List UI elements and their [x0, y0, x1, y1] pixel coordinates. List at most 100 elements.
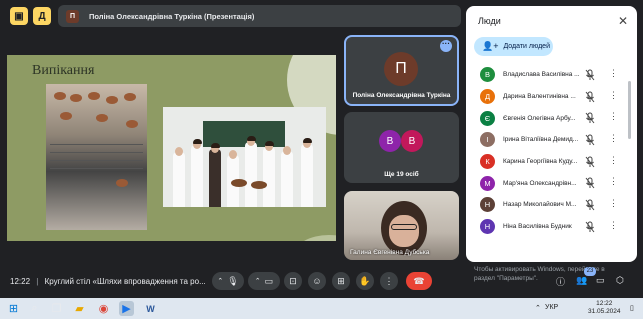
- participant-name: Мар'яна Олександрівн...: [503, 179, 577, 187]
- captions-icon: ⊡: [289, 275, 297, 286]
- participant-name: Дарина Валентинівна ...: [503, 93, 576, 101]
- participant-row[interactable]: К Карина Георгіївна Куду... ⋮: [466, 151, 630, 173]
- avatar: К: [480, 154, 495, 170]
- participant-row[interactable]: Є Євгенія Олегівна Арбу... ⋮: [466, 107, 630, 129]
- present-icon: ⊞: [337, 275, 345, 286]
- participant-name: Карина Георгіївна Куду...: [503, 158, 578, 166]
- presenter-view-icon[interactable]: Д: [33, 7, 51, 25]
- task-view-icon[interactable]: ❐: [49, 301, 64, 316]
- presentation-title: Поліна Олександрівна Туркіна (Презентаці…: [89, 11, 255, 21]
- language-indicator[interactable]: УКР: [545, 304, 558, 311]
- camera-button[interactable]: ⌃ ▭: [248, 272, 280, 290]
- participant-count-badge: 23: [584, 267, 596, 276]
- slide-decoration: [294, 235, 336, 241]
- more-vert-icon: ⋮: [384, 275, 394, 286]
- meet-icon[interactable]: ▶: [119, 301, 134, 316]
- participant-name: Ірина Віталіївна Демид...: [503, 136, 579, 144]
- present-button[interactable]: ⊞: [332, 272, 350, 290]
- more-vert-icon[interactable]: ⋮: [609, 198, 618, 208]
- mic-off-icon: [585, 221, 595, 233]
- camera-tile[interactable]: Галина Євгенівна Дубська: [344, 191, 459, 260]
- activities-icon[interactable]: ⬡: [616, 275, 624, 286]
- end-call-button[interactable]: ☎: [406, 272, 432, 290]
- people-icon[interactable]: 👥: [576, 275, 587, 286]
- avatar: П: [384, 52, 418, 86]
- mic-off-icon: [585, 112, 595, 124]
- participant-name: Галина Євгенівна Дубська: [350, 249, 430, 256]
- reactions-button[interactable]: ☺: [308, 272, 326, 290]
- participant-name: Поліна Олександрівна Туркіна: [352, 92, 451, 99]
- participant-name: Назар Миколайович М...: [503, 201, 577, 209]
- participant-row[interactable]: Д Дарина Валентинівна ... ⋮: [466, 86, 630, 108]
- mic-off-icon: [585, 134, 595, 146]
- avatar: В: [480, 67, 495, 83]
- captions-button[interactable]: ⊡: [284, 272, 302, 290]
- mic-off-icon: [585, 91, 595, 102]
- more-vert-icon[interactable]: ⋮: [609, 133, 618, 143]
- raise-hand-button[interactable]: ✋: [356, 272, 374, 290]
- more-vert-icon[interactable]: ⋮: [609, 155, 618, 165]
- more-vert-icon[interactable]: ⋮: [609, 220, 618, 230]
- more-participants-label: Ще 19 осіб: [384, 171, 419, 178]
- panel-title: Люди: [478, 16, 501, 26]
- people-panel: Люди ✕ 👤+ Додати людей В Владислава Васил…: [466, 6, 637, 262]
- more-vert-icon[interactable]: ⋮: [609, 90, 618, 100]
- avatar: Д: [480, 89, 495, 105]
- add-people-button[interactable]: 👤+ Додати людей: [474, 37, 553, 56]
- mic-off-icon: [585, 199, 595, 211]
- participant-row[interactable]: В Владислава Василівна ... ⋮: [466, 64, 630, 86]
- participant-name: Ніна Василівна Будник: [503, 223, 572, 231]
- microphone-icon: 🎙: [227, 275, 239, 286]
- word-icon[interactable]: W: [143, 301, 158, 316]
- mic-off-icon: [585, 156, 595, 168]
- microphone-button[interactable]: ⌃ 🎙: [212, 272, 244, 290]
- oven-photo: [46, 84, 147, 230]
- presentation-mode-icon[interactable]: ▣: [10, 7, 28, 25]
- participant-row[interactable]: І Ірина Віталіївна Демид... ⋮: [466, 129, 630, 151]
- presenter-avatar: П: [66, 9, 79, 23]
- close-icon[interactable]: ✕: [618, 14, 628, 28]
- group-photo: [163, 107, 326, 207]
- participant-name: Владислава Василівна ...: [503, 71, 580, 79]
- more-options-icon[interactable]: ···: [440, 40, 452, 52]
- windows-start-icon[interactable]: ⊞: [6, 301, 21, 316]
- meeting-title: Круглий стіл «Шляхи впровадження та ро..…: [44, 277, 206, 286]
- meeting-time: 12:22: [10, 277, 31, 286]
- system-tray-chevron-icon[interactable]: ⌃: [535, 304, 541, 312]
- participant-row[interactable]: Н Назар Миколайович М... ⋮: [466, 194, 630, 216]
- chevron-up-icon: ⌃: [217, 278, 224, 285]
- avatar: Н: [480, 219, 495, 235]
- more-options-button[interactable]: ⋮: [380, 272, 398, 290]
- windows-taskbar: ⊞ ⌕ ❐ ▰ ◉ ▶ W ⌃ УКР 12:22 31.05.2024 ▯: [0, 298, 643, 319]
- file-explorer-icon[interactable]: ▰: [72, 301, 87, 316]
- participant-row[interactable]: Н Ніна Василівна Будник ⋮: [466, 216, 630, 238]
- people-list: В Владислава Василівна ... ⋮ Д Дарина Валент…: [466, 64, 630, 238]
- avatar: І: [480, 132, 495, 148]
- active-speaker-tile[interactable]: ··· П Поліна Олександрівна Туркіна: [344, 35, 459, 106]
- presentation-title-bar: П Поліна Олександрівна Туркіна (Презента…: [58, 5, 461, 27]
- more-vert-icon[interactable]: ⋮: [609, 111, 618, 121]
- participant-row[interactable]: М Мар'яна Олександрівн... ⋮: [466, 172, 630, 194]
- mic-off-icon: [585, 69, 595, 81]
- shared-slide: Випікання: [7, 55, 336, 241]
- notification-icon[interactable]: ▯: [630, 304, 634, 312]
- avatar: В: [379, 130, 401, 152]
- clock-date: 31.05.2024: [588, 308, 621, 315]
- more-vert-icon[interactable]: ⋮: [609, 176, 618, 186]
- scrollbar[interactable]: [628, 81, 631, 139]
- participant-name: Євгенія Олегівна Арбу...: [503, 114, 576, 122]
- info-icon[interactable]: ⓘ: [556, 275, 565, 288]
- hand-icon: ✋: [359, 275, 371, 286]
- avatar: М: [480, 175, 495, 191]
- more-vert-icon[interactable]: ⋮: [609, 68, 618, 78]
- add-person-icon: 👤+: [482, 41, 499, 51]
- avatar: Н: [480, 197, 495, 213]
- taskbar-clock[interactable]: 12:22 31.05.2024: [588, 300, 621, 316]
- avatar: Є: [480, 110, 495, 126]
- clock-time: 12:22: [596, 300, 613, 307]
- more-participants-tile[interactable]: В В Ще 19 осіб: [344, 112, 459, 183]
- chat-icon[interactable]: ▭: [596, 275, 605, 286]
- chrome-icon[interactable]: ◉: [96, 301, 111, 316]
- search-icon[interactable]: ⌕: [27, 301, 42, 316]
- camera-icon: ▭: [264, 275, 274, 286]
